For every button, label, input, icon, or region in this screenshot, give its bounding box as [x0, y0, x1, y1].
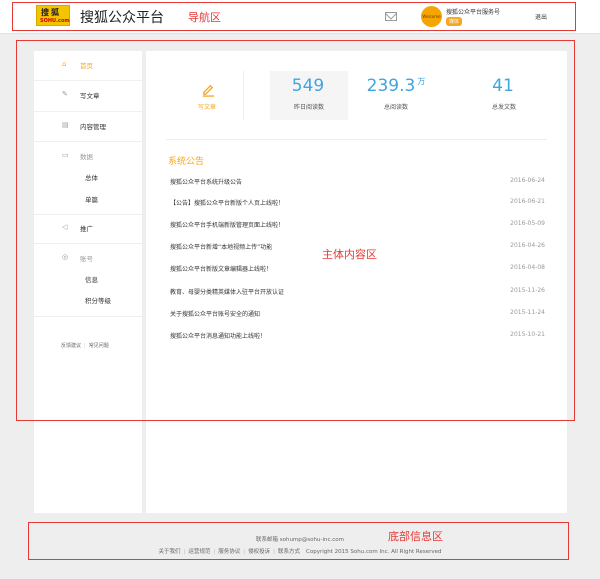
sidebar-item-label: 写文章: [80, 92, 100, 100]
divider: [34, 243, 142, 244]
announcement-date: 2016-04-26: [510, 242, 545, 249]
sidebar-item-label: 推广: [80, 225, 93, 233]
logout-link[interactable]: 退出: [535, 12, 547, 21]
announcement-date: 2015-10-21: [510, 331, 545, 338]
stat-unit: 万: [417, 77, 426, 86]
sidebar-item-label: 数据: [80, 153, 93, 161]
footer-link-contact[interactable]: 联系方式: [278, 549, 300, 555]
stat-total-reads: 239.3 万 总阅读数: [357, 71, 435, 120]
stat-label: 昨日阅读数: [293, 104, 324, 111]
stat-value: 549: [291, 76, 325, 96]
sidebar-subitem-single[interactable]: 单篇: [85, 194, 98, 204]
announcement-date: 2016-05-09: [510, 220, 545, 227]
app-title: 搜狐公众平台: [80, 10, 164, 26]
faq-link[interactable]: 常见问题: [89, 343, 109, 349]
write-article-button[interactable]: 写文章: [171, 71, 244, 120]
user-icon: ◎: [62, 253, 69, 261]
announcement-row[interactable]: 搜狐公众平台手机端新版管理页面上线啦！ 2016-05-09: [170, 218, 545, 232]
logo-text: 搜狐: [41, 8, 61, 17]
footer-link-complaint[interactable]: 侵权投诉: [248, 549, 270, 555]
contact-email: 联系邮箱 sohump@sohu-inc.com: [255, 537, 345, 543]
footer-links: 关于我们 | 运营规范 | 服务协议 | 侵权投诉 | 联系方式 Copyright 2015 S…: [158, 549, 442, 555]
sidebar-footer-links: 反馈建议 | 常见问题: [61, 343, 109, 349]
announcement-date: 2016-06-24: [510, 177, 545, 184]
announcement-title[interactable]: 搜狐公众平台新增“本地视频上传”功能: [170, 242, 272, 251]
folder-icon: ▤: [62, 121, 69, 129]
sidebar-item-account: ◎ 账号: [34, 252, 142, 266]
sidebar-subitem-info[interactable]: 信息: [85, 274, 98, 284]
divider: [34, 141, 142, 142]
announcement-title[interactable]: 搜狐公众平台系统升级公告: [170, 177, 242, 186]
announcement-date: 2015-11-24: [510, 309, 545, 316]
chart-icon: ▭: [62, 151, 69, 159]
sohu-logo[interactable]: 搜狐 SOHU.com: [36, 5, 70, 26]
avatar[interactable]: Welcome: [421, 6, 442, 27]
sidebar-item-write[interactable]: ✎ 写文章: [34, 89, 142, 103]
stat-label: 总发文数: [491, 104, 516, 111]
announcements-title: 系统公告: [168, 157, 205, 167]
stat-yesterday-reads: 549 昨日阅读数: [270, 71, 348, 120]
announcement-row[interactable]: 搜狐公众平台消息通知功能上线啦！ 2015-10-21: [170, 329, 545, 343]
announcement-date: 2016-04-08: [510, 264, 545, 271]
pen-icon: [202, 84, 215, 97]
announcement-date: 2016-06-21: [510, 198, 545, 205]
announcement-row[interactable]: 教育、母婴分类精英媒体入驻平台开放认证 2015-11-26: [170, 285, 545, 299]
annotation-label-nav: 导航区: [188, 11, 221, 24]
divider: [166, 139, 547, 140]
sidebar-item-label: 账号: [80, 255, 93, 263]
sidebar: ⌂ 首页 ✎ 写文章 ▤ 内容管理 ▭ 数据 总体 单篇 ◁ 推广 ◎ 账号 信…: [34, 51, 142, 513]
announcement-row[interactable]: 搜狐公众平台新版文章编辑器上线啦！ 2016-04-08: [170, 262, 545, 276]
footer-link-about[interactable]: 关于我们: [159, 549, 181, 555]
pencil-icon: ✎: [62, 90, 68, 98]
sidebar-item-home[interactable]: ⌂ 首页: [34, 59, 142, 73]
announcement-row[interactable]: 搜狐公众平台系统升级公告 2016-06-24: [170, 175, 545, 189]
stat-total-articles: 41 总发文数: [464, 71, 544, 120]
announcement-date: 2015-11-26: [510, 287, 545, 294]
sidebar-item-data: ▭ 数据: [34, 150, 142, 164]
annotation-label-main: 主体内容区: [322, 248, 377, 261]
announcement-row[interactable]: 关于搜狐公众平台账号安全的通知 2015-11-24: [170, 307, 545, 321]
stat-value: 239.3: [366, 76, 416, 96]
sidebar-subitem-points[interactable]: 积分等级: [85, 295, 111, 305]
account-name[interactable]: 搜狐公众平台服务号: [446, 7, 500, 16]
announcement-title[interactable]: 教育、母婴分类精英媒体入驻平台开放认证: [170, 287, 284, 296]
home-icon: ⌂: [62, 60, 67, 68]
annotation-label-footer: 底部信息区: [388, 530, 443, 543]
divider: [34, 214, 142, 215]
divider: [34, 111, 142, 112]
mail-icon[interactable]: [385, 12, 397, 21]
copyright: Copyright 2015 Sohu.com Inc. All Right R…: [306, 549, 442, 555]
logo-subtext: SOHU.com: [40, 18, 70, 24]
announcement-title[interactable]: 关于搜狐公众平台账号安全的通知: [170, 309, 260, 318]
announcement-row[interactable]: 【公告】搜狐公众平台新版个人页上线啦！ 2016-06-21: [170, 196, 545, 210]
stat-value: 41: [492, 76, 514, 96]
sidebar-item-label: 首页: [80, 62, 93, 70]
feedback-link[interactable]: 反馈建议: [61, 343, 81, 349]
sidebar-item-promote[interactable]: ◁ 推广: [34, 222, 142, 236]
footer-link-agreement[interactable]: 服务协议: [218, 549, 240, 555]
top-nav-bar: 搜狐 SOHU.com 搜狐公众平台 Welcome 搜狐公众平台服务号 媒体 …: [0, 0, 600, 34]
stat-label: 总阅读数: [383, 104, 408, 111]
sidebar-subitem-overall[interactable]: 总体: [85, 172, 98, 182]
write-article-label: 写文章: [197, 104, 216, 111]
announcement-title[interactable]: 搜狐公众平台新版文章编辑器上线啦！: [170, 264, 272, 273]
announcement-title[interactable]: 搜狐公众平台手机端新版管理页面上线啦！: [170, 220, 284, 229]
sidebar-item-content[interactable]: ▤ 内容管理: [34, 120, 142, 134]
megaphone-icon: ◁: [62, 223, 68, 231]
footer-link-rules[interactable]: 运营规范: [188, 549, 210, 555]
announcement-title[interactable]: 【公告】搜狐公众平台新版个人页上线啦！: [170, 198, 284, 207]
main-content: 写文章 549 昨日阅读数 239.3 万 总阅读数 41 总发文数 系统公告 搜…: [146, 51, 567, 513]
account-badge: 媒体: [446, 17, 463, 26]
divider: [34, 316, 142, 317]
announcement-title[interactable]: 搜狐公众平台消息通知功能上线啦！: [170, 331, 266, 340]
sidebar-item-label: 内容管理: [80, 123, 106, 131]
page-footer: 联系邮箱 sohump@sohu-inc.com 关于我们 | 运营规范 | 服务协议 |…: [0, 528, 600, 568]
divider: [34, 80, 142, 81]
